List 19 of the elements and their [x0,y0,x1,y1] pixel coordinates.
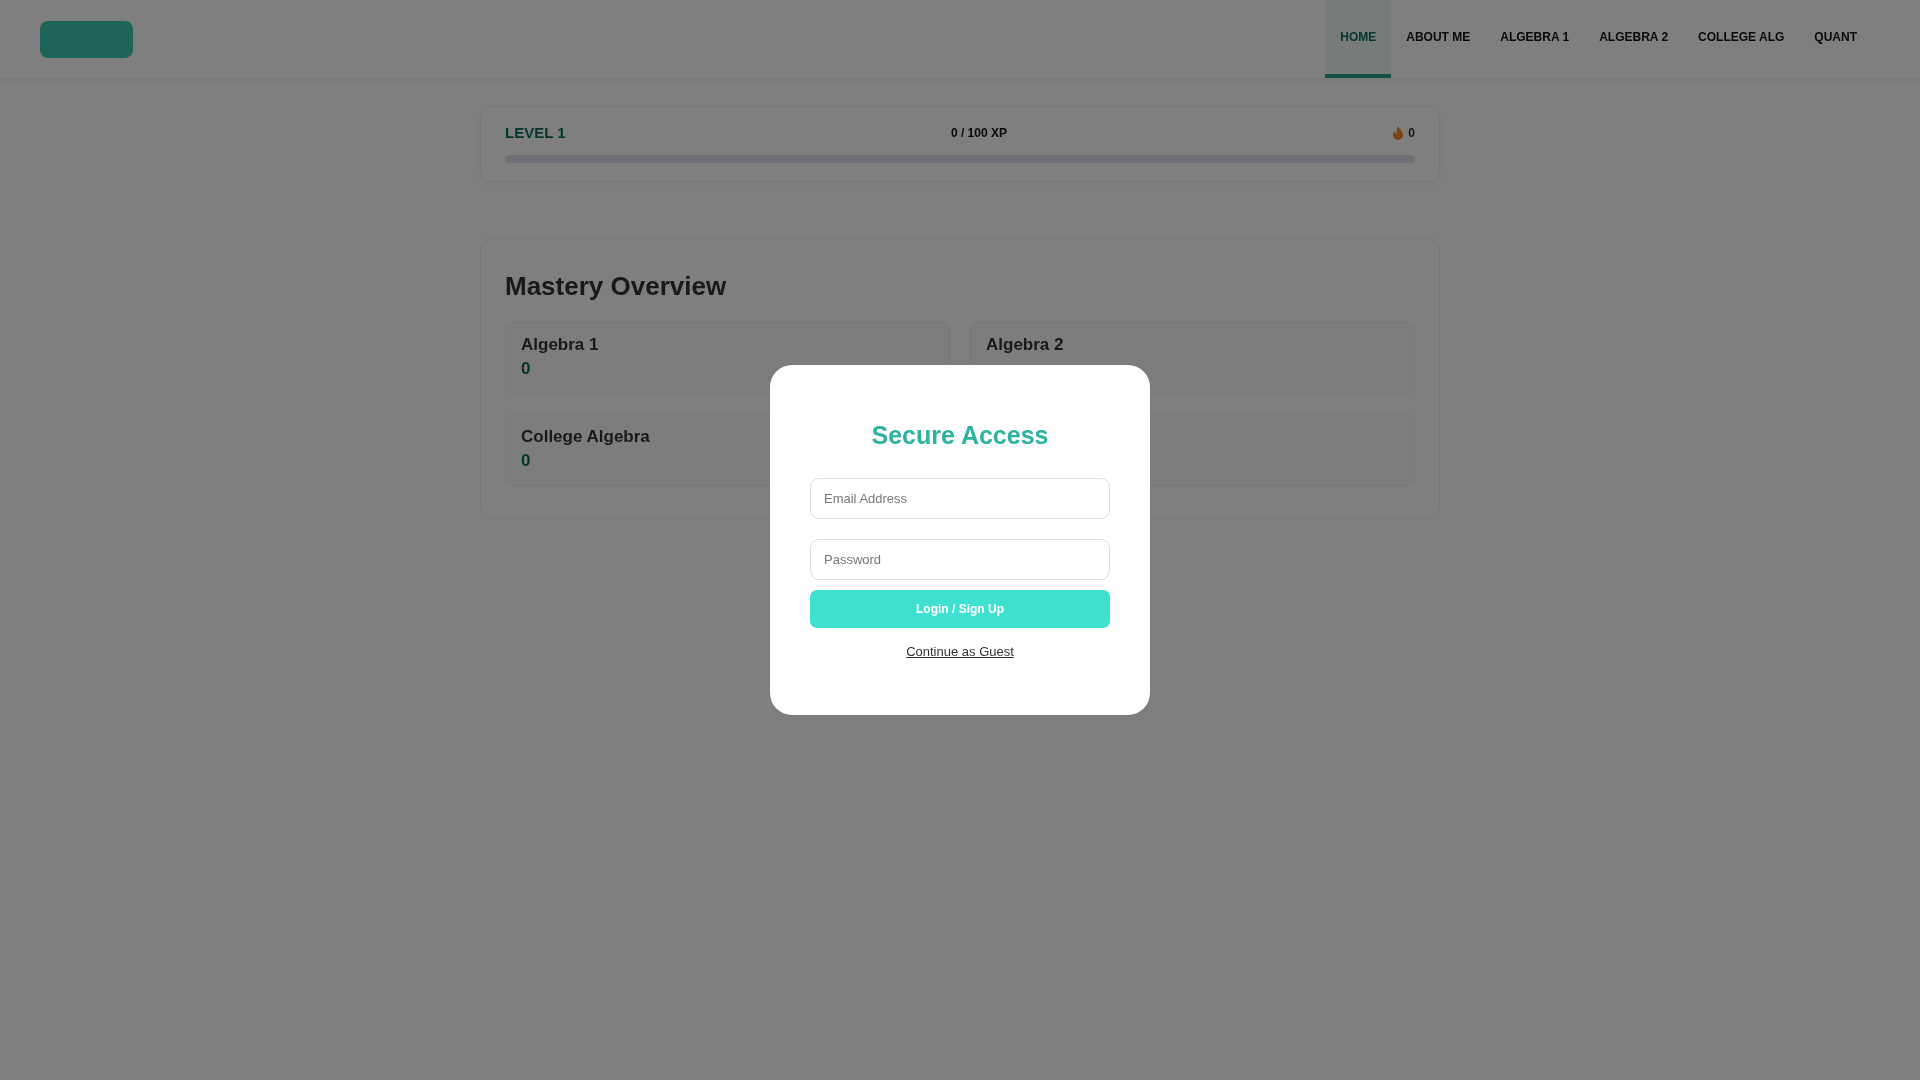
password-field[interactable]: Password [810,539,1110,580]
guest-link[interactable]: Continue as Guest [906,644,1014,659]
nav-tab[interactable]: ALGEBRA 1 [1485,0,1585,78]
subject-title: College Algebra [521,427,650,447]
email-field[interactable]: Email Address [810,478,1110,519]
streak-count: 0 [1408,125,1415,140]
nav-tab[interactable]: ABOUT ME [1391,0,1486,78]
mastery-count: 0 [521,359,531,379]
nav-tab[interactable]: COLLEGE ALG [1683,0,1800,78]
flame-icon [1392,125,1405,140]
nav-tab[interactable]: HOME [1325,0,1392,78]
level-label: LEVEL 1 [505,124,566,141]
subject-title: Algebra 1 [521,335,599,355]
nav-tab[interactable]: QUANT [1799,0,1872,78]
subject-title: Algebra 2 [986,335,1064,355]
nav-tab[interactable]: ALGEBRA 2 [1584,0,1684,78]
section-heading: Mastery Overview [505,271,728,302]
mastery-count: 0 [521,451,531,471]
xp-text: 0 / 100 XP [950,125,1007,140]
